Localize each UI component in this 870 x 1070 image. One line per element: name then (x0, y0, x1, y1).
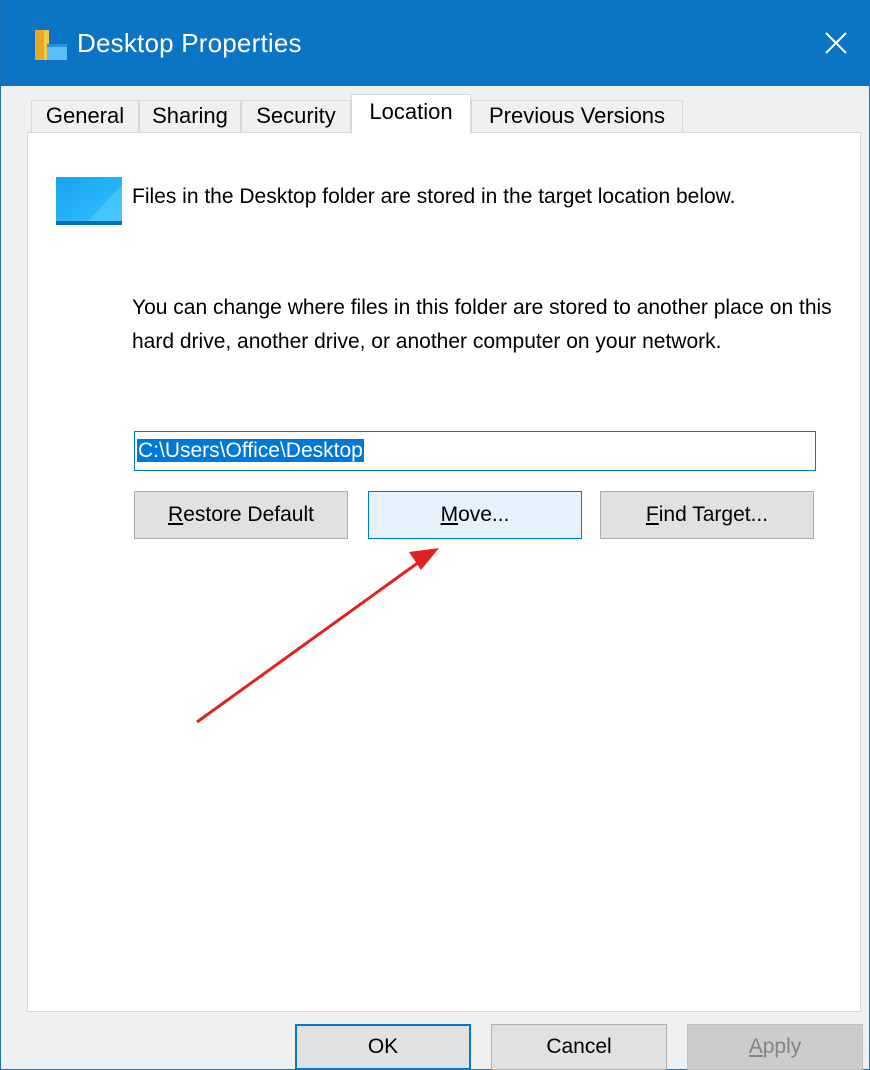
tab-location[interactable]: Location (351, 94, 471, 134)
title-bar[interactable]: Desktop Properties (1, 0, 870, 86)
close-icon (825, 32, 847, 54)
tab-sharing[interactable]: Sharing (139, 100, 241, 132)
target-path-input[interactable]: C:\Users\Office\Desktop (134, 431, 816, 471)
restore-default-button[interactable]: Restore Default (134, 491, 348, 539)
location-tab-panel: Files in the Desktop folder are stored i… (27, 132, 861, 1012)
target-path-value: C:\Users\Office\Desktop (137, 439, 364, 462)
properties-window: Desktop Properties General Sharing Secur… (0, 0, 870, 1070)
close-button[interactable] (801, 0, 870, 86)
find-target-label: ind Target... (658, 503, 769, 526)
tab-general[interactable]: General (31, 100, 139, 132)
desktop-folder-icon (56, 177, 122, 225)
apply-accel: A (748, 1035, 763, 1058)
location-description: Files in the Desktop folder are stored i… (132, 185, 736, 208)
restore-default-accel: R (168, 503, 184, 526)
cancel-button[interactable]: Cancel (491, 1024, 667, 1070)
tab-security[interactable]: Security (241, 100, 351, 132)
location-instructions: You can change where files in this folde… (132, 296, 832, 353)
apply-label: pply (762, 1035, 802, 1058)
apply-button[interactable]: Apply (687, 1024, 863, 1070)
restore-default-label: estore Default (183, 503, 314, 526)
move-button[interactable]: Move... (368, 491, 582, 539)
tab-previous-versions[interactable]: Previous Versions (471, 100, 683, 132)
find-target-button[interactable]: Find Target... (600, 491, 814, 539)
find-target-accel: F (645, 503, 659, 526)
ok-button[interactable]: OK (295, 1024, 471, 1070)
move-label: ove... (458, 503, 510, 526)
window-title: Desktop Properties (77, 28, 302, 58)
folder-app-icon (35, 30, 67, 60)
move-accel: M (440, 503, 459, 526)
